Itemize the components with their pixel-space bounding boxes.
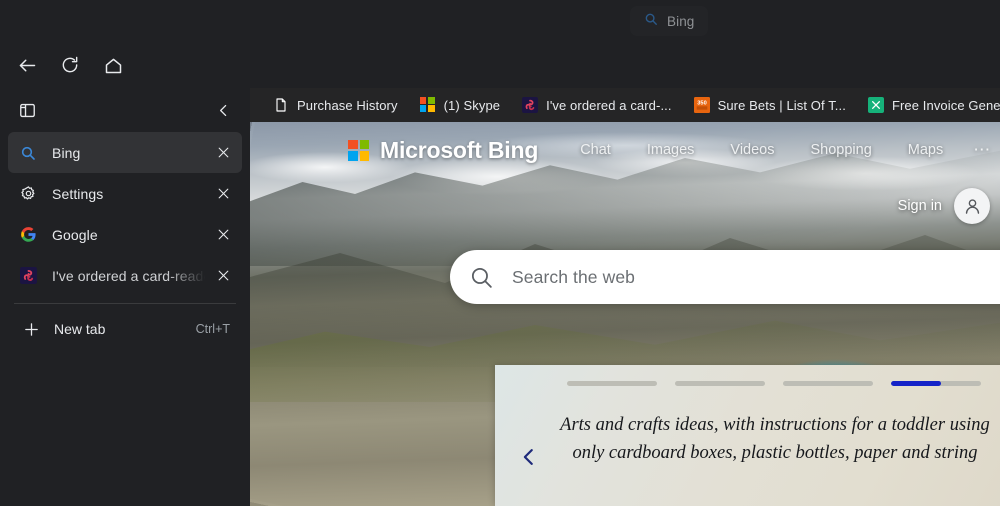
sign-in-link[interactable]: Sign in (898, 198, 942, 214)
sidebar-header (0, 88, 250, 132)
vertical-tabs-sidebar: Bing Settings Google I've ordered a card… (0, 88, 250, 506)
invoice-icon (867, 97, 884, 113)
plus-icon (20, 321, 42, 338)
gear-icon (18, 185, 38, 202)
close-icon[interactable] (210, 140, 236, 166)
tab-panel-icon[interactable] (12, 95, 42, 125)
collapse-sidebar-button[interactable] (208, 95, 238, 125)
nav-link-chat[interactable]: Chat (580, 142, 611, 158)
close-icon[interactable] (210, 181, 236, 207)
favorite-item[interactable]: Purchase History (264, 92, 407, 118)
search-icon (18, 145, 38, 161)
progress-segment[interactable] (783, 381, 873, 386)
title-bar: Bing (0, 0, 1000, 42)
bing-nav-links: Chat Images Videos Shopping Maps (580, 142, 943, 158)
bing-homepage: Microsoft Bing Chat Images Videos Shoppi… (250, 122, 1000, 506)
new-tab-label: New tab (54, 321, 106, 337)
bing-search-box[interactable]: Search the web (450, 250, 1000, 304)
nav-link-maps[interactable]: Maps (908, 142, 943, 158)
trivia-card-text: Arts and crafts ideas, with instructions… (560, 415, 990, 463)
close-icon[interactable] (210, 263, 236, 289)
new-tab-shortcut: Ctrl+T (195, 322, 230, 336)
favorite-label: (1) Skype (443, 97, 501, 113)
favorite-label: Sure Bets | List Of T... (717, 97, 846, 113)
progress-segment[interactable] (891, 381, 981, 386)
bing-brand-text: Microsoft Bing (380, 136, 539, 163)
browser-toolbar: https://www.bing.com (0, 42, 1000, 123)
avatar[interactable] (954, 188, 990, 224)
bing-trivia-card: Arts and crafts ideas, with instructions… (495, 365, 1000, 506)
sidebar-item-label: Bing (52, 144, 81, 161)
bing-logo[interactable]: Microsoft Bing (348, 137, 538, 164)
sidebar-item-google[interactable]: Google (8, 214, 242, 255)
search-icon (644, 12, 658, 31)
nav-link-videos[interactable]: Videos (730, 142, 774, 158)
browser-window: Bing https://www.bin (0, 0, 1000, 506)
svg-text:350: 350 (697, 100, 706, 106)
swirl-icon (522, 97, 539, 113)
sidebar-divider (14, 303, 236, 304)
sign-in-area: Sign in (898, 188, 990, 224)
nav-link-shopping[interactable]: Shopping (810, 142, 871, 158)
swirl-icon (18, 267, 38, 284)
progress-segment[interactable] (675, 381, 765, 386)
favorite-item[interactable]: (1) Skype (411, 92, 510, 118)
favorite-label: Free Invoice Gene (891, 97, 1000, 113)
favorite-item[interactable]: I've ordered a card-... (513, 92, 680, 118)
back-button[interactable] (10, 48, 44, 82)
favorites-bar: Purchase History (1) Skype I've ordered … (250, 88, 1000, 122)
nav-link-images[interactable]: Images (647, 142, 695, 158)
previous-card-button[interactable] (517, 445, 541, 469)
sidebar-item-label: Google (52, 226, 98, 243)
sidebar-item-settings[interactable]: Settings (8, 173, 242, 214)
home-button[interactable] (96, 48, 130, 82)
bing-top-nav: Microsoft Bing Chat Images Videos Shoppi… (250, 122, 1000, 178)
refresh-button[interactable] (53, 48, 87, 82)
progress-indicator (567, 381, 981, 386)
sidebar-item-label: Settings (52, 185, 104, 202)
close-icon[interactable] (210, 222, 236, 248)
favorite-label: I've ordered a card-... (546, 97, 672, 113)
microsoft-logo-icon (419, 97, 436, 113)
google-logo-icon (18, 226, 38, 243)
betting-350-icon: 350 (693, 97, 710, 113)
new-tab-button[interactable]: New tab Ctrl+T (12, 308, 238, 350)
search-icon (450, 265, 512, 290)
sidebar-item-label: I've ordered a card-reader b (52, 267, 210, 284)
favorite-item[interactable]: 350 Sure Bets | List Of T... (685, 92, 855, 118)
favorite-label: Purchase History (297, 97, 398, 113)
progress-segment[interactable] (567, 381, 657, 386)
sidebar-item-bing[interactable]: Bing (8, 132, 242, 173)
sidebar-item-card-reader[interactable]: I've ordered a card-reader b (8, 255, 242, 296)
sidebar-tab-list: Bing Settings Google I've ordered a card… (0, 132, 250, 350)
nav-more-icon[interactable]: ⋯ (973, 140, 991, 160)
microsoft-logo-icon (348, 139, 369, 161)
favorite-item[interactable]: Free Invoice Gene (859, 92, 1000, 118)
document-icon (273, 97, 289, 113)
hover-tab-label: Bing (667, 13, 695, 29)
search-input-placeholder: Search the web (512, 266, 636, 287)
hover-tab-preview[interactable]: Bing (630, 6, 708, 36)
